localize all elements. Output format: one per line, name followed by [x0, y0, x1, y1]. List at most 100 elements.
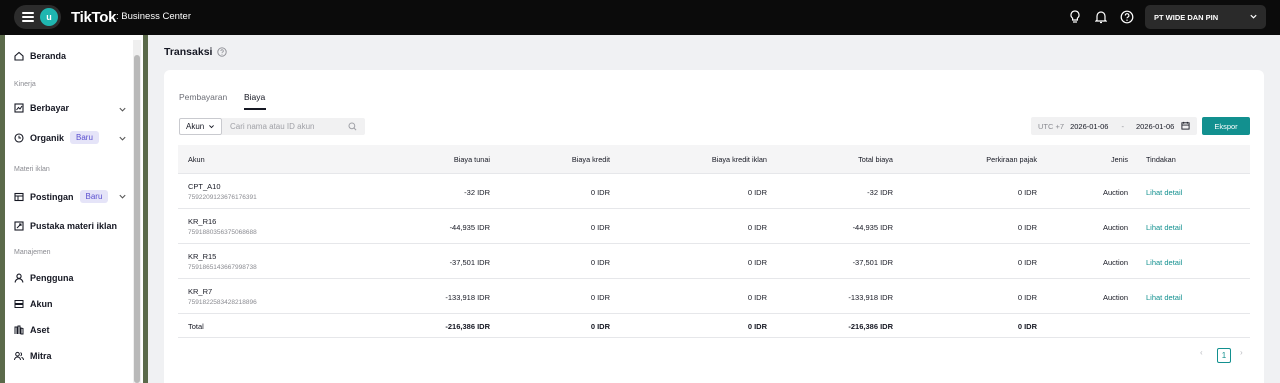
- sidebar-item-aset[interactable]: Aset: [14, 325, 50, 335]
- sidebar-item-label: Organik: [30, 132, 65, 143]
- transactions-table: Akun Biaya tunai Biaya kredit Biaya kred…: [178, 145, 1250, 338]
- total-biaya-tunai: -216,386 IDR: [445, 322, 490, 331]
- view-detail-link[interactable]: Lihat detail: [1146, 293, 1182, 302]
- col-akun: Akun: [188, 155, 205, 164]
- view-detail-link[interactable]: Lihat detail: [1146, 258, 1182, 267]
- help-icon[interactable]: [217, 47, 228, 57]
- cell-biaya-tunai: -37,501 IDR: [449, 258, 490, 267]
- tab-biaya[interactable]: Biaya: [244, 92, 265, 102]
- table-header: Akun Biaya tunai Biaya kredit Biaya kred…: [178, 145, 1250, 174]
- partner-icon: [14, 351, 24, 361]
- sidebar-item-label: Akun: [30, 299, 53, 309]
- filter-select[interactable]: Akun: [179, 118, 222, 135]
- tiktok-logo[interactable]: TikTok: [71, 9, 116, 26]
- new-badge: Baru: [70, 131, 99, 144]
- section-label-materi: Materi iklan: [14, 166, 50, 173]
- col-biaya-tunai: Biaya tunai: [453, 155, 490, 164]
- cell-biaya-kredit: 0 IDR: [590, 223, 610, 232]
- cell-biaya-kredit-iklan: 0 IDR: [747, 223, 767, 232]
- sidebar: Beranda Kinerja Berbayar Organik Baru Ma…: [5, 35, 143, 383]
- cell-perkiraan-pajak: 0 IDR: [1017, 258, 1037, 267]
- pagination-current-page[interactable]: 1: [1217, 348, 1231, 363]
- total-total-biaya: -216,386 IDR: [848, 322, 893, 331]
- hamburger-icon: [22, 12, 34, 22]
- col-tindakan: Tindakan: [1146, 155, 1176, 164]
- col-jenis: Jenis: [1110, 155, 1128, 164]
- table-row: KR_R7 7591822583428218896 -133,918 IDR 0…: [178, 279, 1250, 314]
- lightbulb-icon[interactable]: [1067, 9, 1083, 25]
- new-badge: Baru: [79, 190, 109, 203]
- help-icon[interactable]: [1119, 9, 1135, 25]
- account-icon: [14, 300, 24, 308]
- date-end[interactable]: 2026-01-06: [1136, 122, 1174, 131]
- view-detail-link[interactable]: Lihat detail: [1146, 223, 1182, 232]
- cell-biaya-kredit-iklan: 0 IDR: [747, 258, 767, 267]
- library-icon: [14, 221, 24, 231]
- sidebar-item-mitra[interactable]: Mitra: [14, 351, 52, 361]
- account-id: 7591822583428218896: [188, 299, 257, 306]
- col-biaya-kredit: Biaya kredit: [571, 155, 610, 164]
- cell-biaya-kredit: 0 IDR: [590, 258, 610, 267]
- cell-total-biaya: -37,501 IDR: [852, 258, 893, 267]
- search-icon[interactable]: [348, 122, 357, 131]
- date-range-picker[interactable]: UTC +7 2026-01-06 - 2026-01-06: [1031, 117, 1197, 135]
- clock-icon: [14, 132, 24, 143]
- page-title: Transaksi: [164, 46, 228, 58]
- total-biaya-kredit: 0 IDR: [590, 322, 610, 331]
- cell-total-biaya: -32 IDR: [867, 188, 893, 197]
- total-biaya-kredit-iklan: 0 IDR: [747, 322, 767, 331]
- filter-select-value: Akun: [186, 122, 205, 131]
- page-title-text: Transaksi: [164, 46, 213, 58]
- tab-pembayaran[interactable]: Pembayaran: [179, 92, 227, 102]
- cell-biaya-tunai: -133,918 IDR: [445, 293, 490, 302]
- export-button[interactable]: Ekspor: [1202, 117, 1250, 135]
- cell-perkiraan-pajak: 0 IDR: [1017, 293, 1037, 302]
- sidebar-item-pustaka[interactable]: Pustaka materi iklan: [14, 221, 117, 231]
- sidebar-item-organik[interactable]: Organik Baru: [14, 131, 99, 144]
- sidebar-item-label: Aset: [30, 325, 50, 335]
- sidebar-scrollbar-thumb[interactable]: [134, 55, 140, 383]
- chevron-down-icon[interactable]: [118, 192, 127, 201]
- chevron-down-icon[interactable]: [118, 134, 127, 143]
- cell-biaya-kredit-iklan: 0 IDR: [747, 188, 767, 197]
- cell-biaya-kredit: 0 IDR: [590, 293, 610, 302]
- account-name: PT WIDE DAN PIN: [1154, 12, 1219, 22]
- table-row: KR_R15 7591865143667998738 -37,501 IDR 0…: [178, 244, 1250, 279]
- sidebar-item-pengguna[interactable]: Pengguna: [14, 273, 74, 283]
- section-label-manajemen: Manajemen: [14, 249, 51, 256]
- account-switcher[interactable]: PT WIDE DAN PIN: [1145, 5, 1266, 29]
- sidebar-item-postingan[interactable]: Postingan Baru: [14, 190, 109, 203]
- menu-button[interactable]: u: [14, 5, 61, 29]
- chevron-down-icon: [1250, 14, 1257, 19]
- date-start[interactable]: 2026-01-06: [1070, 122, 1108, 131]
- sidebar-item-label: Beranda: [30, 51, 67, 61]
- user-avatar[interactable]: u: [40, 8, 58, 26]
- top-bar: u TikTok : Business Center PT WIDE DAN P…: [0, 0, 1280, 35]
- account-name: KR_R7: [188, 287, 213, 296]
- user-icon: [14, 273, 24, 283]
- pagination-next[interactable]: ›: [1240, 348, 1243, 357]
- account-name: KR_R15: [188, 252, 217, 261]
- sidebar-item-label: Pengguna: [30, 273, 74, 283]
- account-id: 7591865143667998738: [188, 264, 257, 271]
- section-label-kinerja: Kinerja: [14, 81, 36, 88]
- transactions-card: Pembayaran Biaya Akun UTC +7 2026-01-06 …: [164, 70, 1264, 383]
- cell-total-biaya: -133,918 IDR: [848, 293, 893, 302]
- total-row: Total -216,386 IDR 0 IDR 0 IDR -216,386 …: [178, 314, 1250, 338]
- search-input[interactable]: [230, 122, 345, 131]
- sidebar-item-label: Postingan: [30, 191, 74, 202]
- sidebar-item-akun[interactable]: Akun: [14, 299, 53, 309]
- cell-total-biaya: -44,935 IDR: [852, 223, 893, 232]
- cell-biaya-tunai: -44,935 IDR: [449, 223, 490, 232]
- chevron-down-icon[interactable]: [118, 105, 127, 114]
- cell-perkiraan-pajak: 0 IDR: [1017, 188, 1037, 197]
- post-icon: [14, 192, 24, 201]
- table-row: KR_R16 7591880356375068688 -44,935 IDR 0…: [178, 209, 1250, 244]
- sidebar-item-beranda[interactable]: Beranda: [14, 51, 66, 61]
- view-detail-link[interactable]: Lihat detail: [1146, 188, 1182, 197]
- sidebar-item-label: Pustaka materi iklan: [30, 221, 118, 231]
- search-box[interactable]: [222, 118, 365, 135]
- sidebar-item-berbayar[interactable]: Berbayar: [14, 103, 69, 113]
- pagination-prev[interactable]: ‹: [1200, 348, 1203, 357]
- bell-icon[interactable]: [1093, 9, 1109, 25]
